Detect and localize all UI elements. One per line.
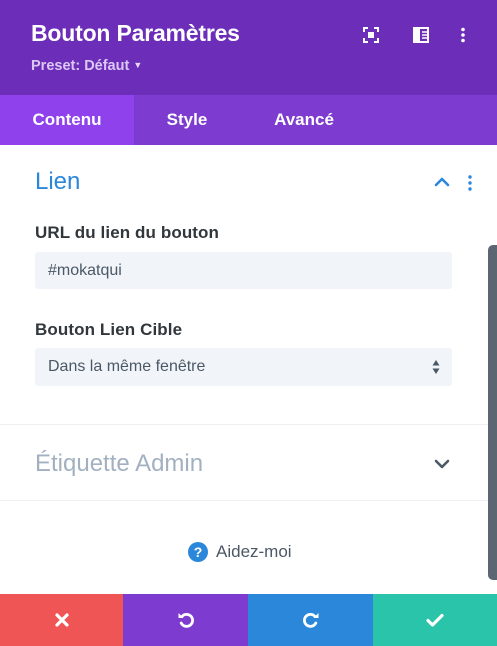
tab-avance[interactable]: Avancé bbox=[240, 95, 368, 145]
question-icon: ? bbox=[188, 542, 208, 562]
preset-label: Preset: Défaut bbox=[31, 58, 130, 74]
section-title-admin[interactable]: Étiquette Admin bbox=[35, 450, 203, 478]
section-title-lien[interactable]: Lien bbox=[35, 168, 80, 196]
help-link[interactable]: ? Aidez-moi bbox=[188, 541, 292, 563]
save-button[interactable] bbox=[373, 594, 497, 646]
link-target-value: Dans la même fenêtre bbox=[48, 358, 206, 375]
url-input[interactable] bbox=[35, 252, 452, 289]
help-label: Aidez-moi bbox=[216, 542, 292, 561]
chevron-down-icon[interactable] bbox=[433, 457, 451, 471]
undo-icon bbox=[178, 612, 194, 628]
section-divider bbox=[0, 424, 488, 425]
tab-contenu[interactable]: Contenu bbox=[0, 95, 134, 145]
split-layout-button[interactable] bbox=[410, 24, 432, 46]
scrollbar-thumb[interactable] bbox=[488, 245, 497, 580]
url-field-label: URL du lien du bouton bbox=[35, 223, 220, 242]
more-vertical-icon bbox=[461, 27, 465, 43]
cancel-button[interactable] bbox=[0, 594, 123, 646]
undo-button[interactable] bbox=[123, 594, 248, 646]
caret-down-icon: ▼ bbox=[133, 60, 143, 70]
split-layout-icon bbox=[413, 27, 429, 43]
tab-style[interactable]: Style bbox=[134, 95, 240, 145]
link-target-select[interactable]: Dans la même fenêtre bbox=[35, 348, 452, 386]
section-menu-icon[interactable] bbox=[465, 174, 475, 192]
more-options-button[interactable] bbox=[452, 24, 474, 46]
tab-bar: Contenu Style Avancé bbox=[0, 95, 497, 145]
link-target-label: Bouton Lien Cible bbox=[35, 320, 183, 339]
modal-title: Bouton Paramètres bbox=[31, 20, 240, 46]
preset-selector[interactable]: Preset: Défaut ▼ bbox=[31, 58, 142, 74]
redo-icon bbox=[302, 612, 318, 628]
modal-header: Bouton Paramètres Preset: Défaut ▼ bbox=[0, 0, 497, 95]
close-icon bbox=[54, 613, 69, 627]
expand-icon bbox=[363, 27, 379, 43]
expand-button[interactable] bbox=[360, 24, 382, 46]
select-arrows-icon bbox=[432, 360, 440, 374]
check-icon bbox=[426, 613, 444, 627]
section-divider bbox=[0, 500, 488, 501]
chevron-up-icon[interactable] bbox=[433, 175, 451, 189]
redo-button[interactable] bbox=[248, 594, 373, 646]
